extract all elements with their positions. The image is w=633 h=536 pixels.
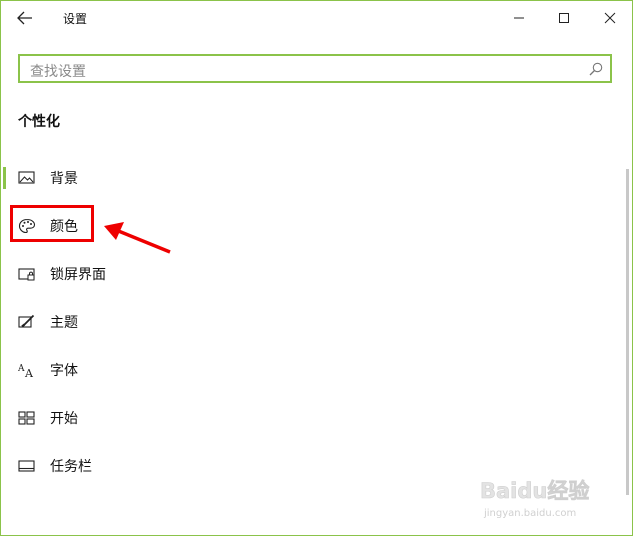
- maximize-icon: [559, 13, 569, 23]
- nav-item-label: 开始: [50, 411, 78, 427]
- search-box[interactable]: 查找设置: [18, 54, 612, 83]
- nav-item-start[interactable]: 开始: [1, 399, 601, 437]
- font-icon: A A: [18, 364, 34, 378]
- lock-screen-icon: [18, 268, 35, 281]
- close-button[interactable]: [589, 1, 631, 35]
- nav-item-label: 字体: [50, 363, 78, 379]
- nav-item-lock-screen[interactable]: 锁屏界面: [1, 255, 601, 293]
- theme-brush-icon: [18, 314, 35, 328]
- back-button[interactable]: [7, 1, 43, 35]
- maximize-button[interactable]: [544, 1, 584, 35]
- window-title: 设置: [63, 12, 88, 26]
- title-bar: 设置: [1, 1, 632, 35]
- svg-text:A: A: [18, 364, 25, 374]
- search-placeholder[interactable]: 查找设置: [30, 61, 86, 81]
- taskbar-icon: [18, 460, 35, 472]
- nav-item-background[interactable]: 背景: [1, 159, 601, 197]
- minimize-icon: [514, 17, 524, 19]
- back-arrow-icon: [17, 11, 32, 25]
- annotation-highlight-box: [10, 205, 94, 242]
- nav-item-label: 背景: [50, 171, 78, 187]
- settings-window: 设置 查找设置 个性化 背景 颜色 锁屏界面 主题 A A 字体 开始 任务栏: [0, 0, 633, 536]
- baidu-jingyan-watermark: Baidu经验 jingyan.baidu.com: [480, 479, 590, 519]
- scrollbar[interactable]: [626, 169, 629, 495]
- close-icon: [604, 12, 616, 24]
- watermark-line2: jingyan.baidu.com: [483, 508, 576, 519]
- picture-icon: [18, 171, 35, 184]
- watermark-line1: Baidu经验: [480, 479, 589, 503]
- svg-text:A: A: [24, 367, 34, 378]
- nav-item-label: 主题: [50, 315, 78, 331]
- minimize-button[interactable]: [499, 1, 539, 35]
- section-title: 个性化: [18, 114, 60, 130]
- nav-item-label: 任务栏: [50, 459, 92, 475]
- start-tiles-icon: [18, 411, 35, 425]
- annotation-arrow-icon: [104, 222, 171, 254]
- search-icon[interactable]: [588, 61, 604, 77]
- nav-item-themes[interactable]: 主题: [1, 303, 601, 341]
- nav-item-fonts[interactable]: A A 字体: [1, 351, 601, 389]
- nav-item-label: 锁屏界面: [50, 267, 106, 283]
